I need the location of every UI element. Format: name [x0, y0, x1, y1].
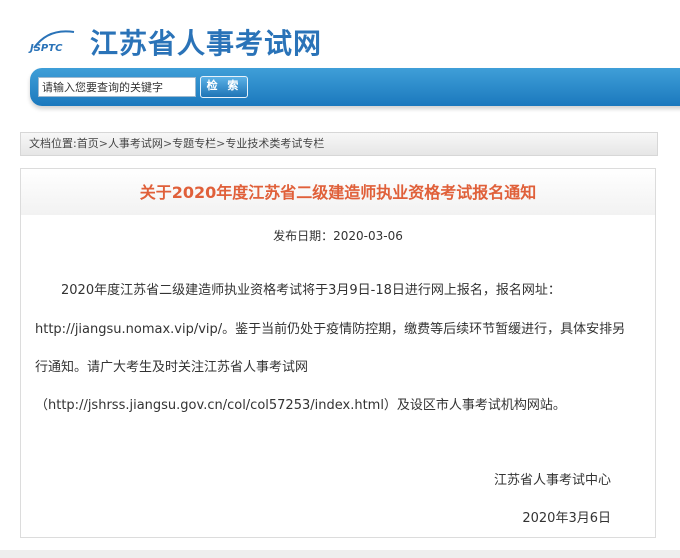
svg-text:JSPTC: JSPTC: [28, 43, 63, 54]
site-header: JSPTC 江苏省人事考试网 检 索: [0, 0, 680, 130]
breadcrumb-separator: >: [98, 137, 108, 150]
site-title: 江苏省人事考试网: [90, 27, 323, 60]
article-paragraph-line: 行通知。请广大考生及时关注江苏省人事考试网: [35, 360, 309, 375]
article-paragraph-line[interactable]: http://jiangsu.nomax.vip/vip/。鉴于当前仍处于疫情防…: [35, 318, 635, 337]
breadcrumb-item-topics[interactable]: 专题专栏: [172, 137, 216, 150]
article-panel: 关于2020年度江苏省二级建造师执业资格考试报名通知 发布日期：2020-03-…: [20, 168, 656, 538]
breadcrumb-item-professional[interactable]: 专业技术类考试专栏: [225, 137, 324, 150]
article-title-band: 关于2020年度江苏省二级建造师执业资格考试报名通知: [21, 169, 655, 215]
breadcrumb-item-home[interactable]: 首页: [77, 137, 99, 150]
publish-date: 发布日期：2020-03-06: [21, 227, 655, 244]
breadcrumb: 文档位置:首页>人事考试网>专题专栏>专业技术类考试专栏: [20, 132, 658, 156]
search-button[interactable]: 检 索: [200, 76, 248, 98]
publish-date-label: 发布日期：: [273, 229, 334, 243]
publish-date-value: 2020-03-06: [333, 229, 403, 243]
article-sign-date: 2020年3月6日: [522, 511, 611, 526]
article-signature: 江苏省人事考试中心: [493, 473, 611, 488]
article-paragraph-line[interactable]: （http://jshrss.jiangsu.gov.cn/col/col572…: [35, 394, 635, 413]
article-title: 关于2020年度江苏省二级建造师执业资格考试报名通知: [139, 183, 537, 202]
breadcrumb-item-exam-site[interactable]: 人事考试网: [108, 137, 163, 150]
breadcrumb-separator: >: [162, 137, 173, 150]
search-bar: 检 索: [30, 68, 680, 106]
breadcrumb-separator: >: [216, 137, 226, 150]
jsptc-logo-icon: JSPTC: [28, 30, 75, 54]
article-paragraph-line: 2020年度江苏省二级建造师执业资格考试将于3月9日-18日进行网上报名，报名网…: [61, 283, 561, 298]
page-footer-strip: [0, 550, 680, 558]
search-input[interactable]: [38, 77, 196, 97]
breadcrumb-prefix: 文档位置:: [29, 137, 77, 150]
